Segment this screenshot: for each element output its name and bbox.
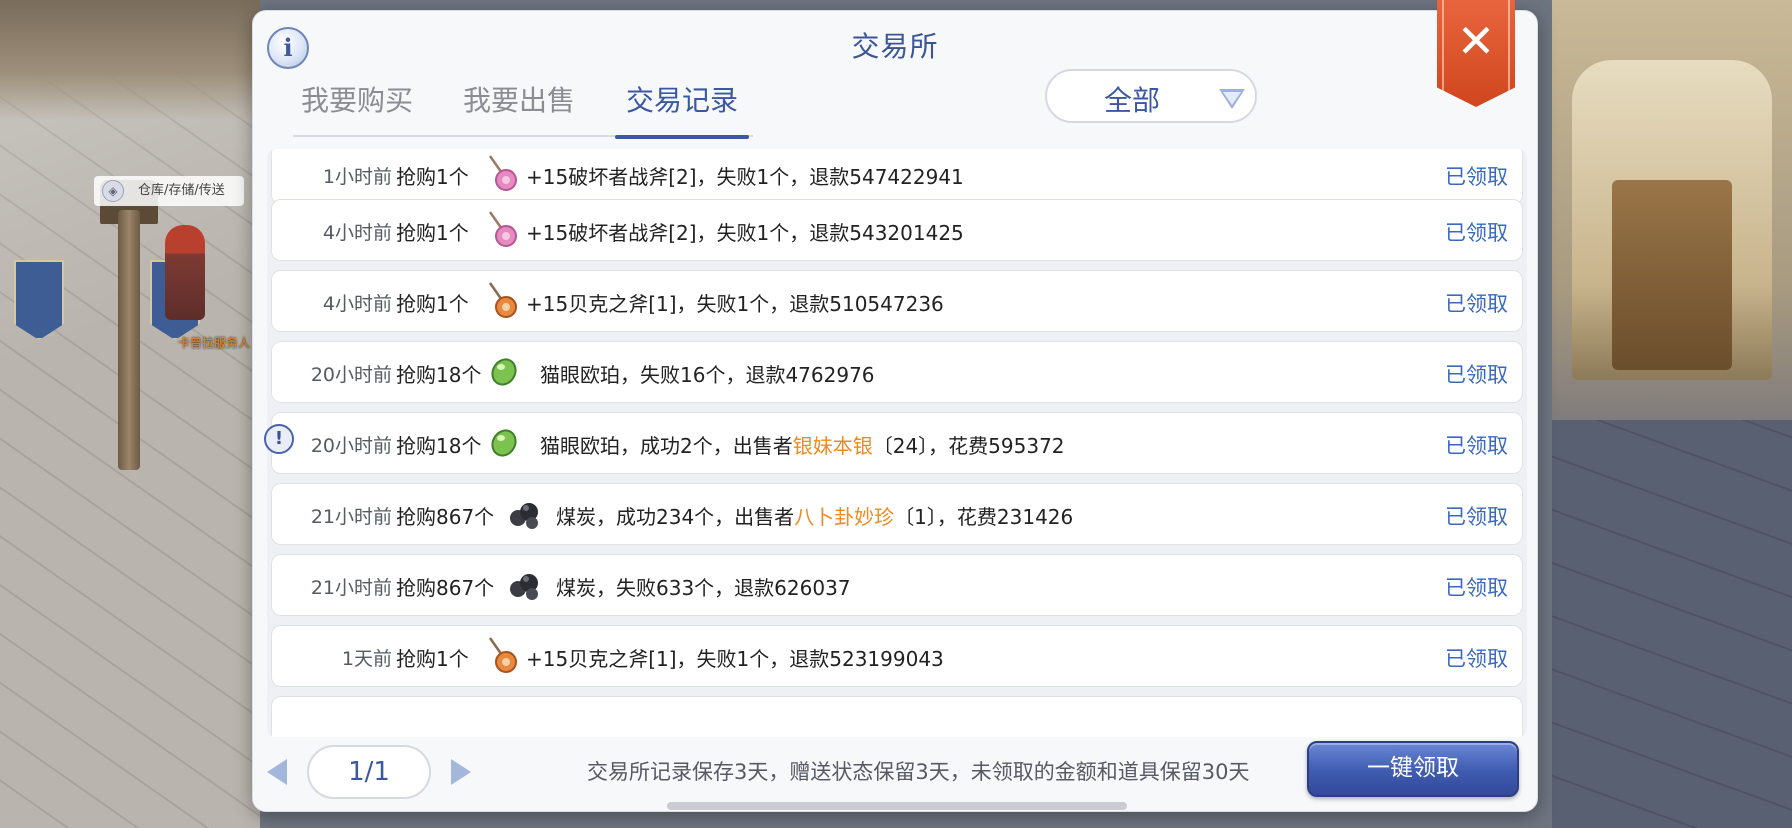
coal-icon [510, 503, 538, 529]
page-indicator: 1/1 [307, 745, 431, 799]
record-detail: 猫眼欧珀，失败16个，退款4762976 [540, 363, 875, 387]
horizontal-scrollbar[interactable] [667, 802, 1127, 810]
record-detail-text: 〔1〕，花费231426 [894, 505, 1074, 529]
record-status-claimed: 已领取 [1445, 363, 1508, 387]
npc-service-tag[interactable]: ◈ 仓库/存储/传送 [94, 176, 244, 206]
record-time: 20小时前 [310, 364, 392, 386]
coal-icon [510, 574, 538, 600]
close-icon: ✕ [1456, 14, 1496, 68]
record-status-claimed: 已领取 [1445, 647, 1508, 671]
filter-dropdown[interactable]: 全部 [1045, 69, 1257, 123]
npc-tag-label: 仓库/存储/传送 [138, 183, 225, 198]
next-page-arrow-icon[interactable] [451, 759, 471, 785]
record-row[interactable]: 1天前 抢购1个 +15贝克之斧[1]，失败1个，退款523199043 已领取 [271, 625, 1523, 687]
record-time: 21小时前 [310, 577, 392, 599]
record-time: 4小时前 [322, 293, 392, 315]
triangle-down-icon [1219, 89, 1245, 109]
record-row[interactable]: 4小时前 抢购1个 +15破坏者战斧[2]，失败1个，退款543201425 已… [271, 199, 1523, 261]
record-detail: +15破坏者战斧[2]，失败1个，退款547422941 [526, 165, 964, 189]
tab-sell[interactable]: 我要出售 [455, 81, 583, 137]
bag-icon: ◈ [102, 180, 124, 202]
record-action: 抢购18个 [396, 363, 482, 387]
record-action: 抢购1个 [396, 165, 469, 189]
record-time: 1小时前 [322, 166, 392, 188]
town-buildings [0, 0, 260, 120]
record-row[interactable]: 4小时前 抢购1个 +15贝克之斧[1]，失败1个，退款510547236 已领… [271, 270, 1523, 332]
record-action: 抢购867个 [396, 505, 495, 529]
tab-buy[interactable]: 我要购买 [293, 81, 421, 137]
record-status-claimed: 已领取 [1445, 576, 1508, 600]
record-detail-text: 〔24〕，花费595372 [872, 434, 1065, 458]
filter-selected-value: 全部 [1103, 84, 1160, 117]
record-detail-text: 猫眼欧珀，成功2个，出售者 [540, 434, 793, 458]
record-row-partial[interactable] [271, 696, 1523, 737]
record-detail: +15破坏者战斧[2]，失败1个，退款543201425 [526, 221, 964, 245]
claim-all-button[interactable]: 一键领取 [1307, 741, 1519, 797]
kafra-npc[interactable] [165, 225, 205, 320]
exclamation-icon[interactable]: ! [264, 424, 294, 454]
tab-bar: 我要购买 我要出售 交易记录 [293, 71, 753, 139]
prev-page-arrow-icon[interactable] [267, 759, 287, 785]
record-detail: 猫眼欧珀，成功2个，出售者银妹本银〔24〕，花费595372 [540, 430, 1065, 459]
seller-name-link[interactable]: 八卜卦妙珍 [794, 505, 894, 529]
record-time: 1天前 [341, 648, 392, 670]
tab-trade-records[interactable]: 交易记录 [615, 81, 749, 139]
record-action: 抢购1个 [396, 221, 469, 245]
record-row[interactable]: 1小时前 抢购1个 +15破坏者战斧[2]，失败1个，退款547422941 已… [271, 149, 1523, 205]
record-time: 21小时前 [310, 506, 392, 528]
record-status-claimed: 已领取 [1445, 292, 1508, 316]
retention-note: 交易所记录保存3天，赠送状态保留3天，未领取的金额和道具保留30天 [587, 760, 1250, 784]
axe-pink-icon [488, 155, 517, 191]
axe-pink-icon [488, 211, 517, 247]
close-button[interactable]: ✕ [1437, 0, 1515, 107]
panel-title: 交易所 [851, 30, 939, 63]
record-action: 抢购1个 [396, 292, 469, 316]
green-gem-icon [491, 429, 517, 457]
axe-orange-icon [488, 637, 517, 673]
lamp-post [118, 210, 140, 470]
record-action: 抢购1个 [396, 647, 469, 671]
house-door [1612, 180, 1732, 370]
record-time: 4小时前 [322, 222, 392, 244]
record-row[interactable]: 20小时前 抢购18个 猫眼欧珀，失败16个，退款4762976 已领取 [271, 341, 1523, 403]
exchange-panel: i 交易所 ✕ 我要购买 我要出售 交易记录 全部 1小时前 抢购1个 +15破… [252, 0, 1538, 812]
record-row[interactable]: 21小时前 抢购867个 煤炭，失败633个，退款626037 已领取 [271, 554, 1523, 616]
record-detail: 煤炭，失败633个，退款626037 [556, 576, 851, 600]
record-detail-text: 煤炭，成功234个，出售者 [556, 505, 795, 529]
record-status-claimed: 已领取 [1445, 434, 1508, 458]
seller-name-link[interactable]: 银妹本银 [793, 434, 873, 458]
trade-record-list[interactable]: 1小时前 抢购1个 +15破坏者战斧[2]，失败1个，退款547422941 已… [267, 149, 1527, 737]
record-status-claimed: 已领取 [1445, 221, 1508, 245]
axe-orange-icon [488, 282, 517, 318]
record-action: 抢购18个 [396, 434, 482, 458]
record-action: 抢购867个 [396, 576, 495, 600]
right-plaza-floor [1552, 420, 1792, 828]
record-detail: +15贝克之斧[1]，失败1个，退款523199043 [526, 647, 944, 671]
record-status-claimed: 已领取 [1445, 505, 1508, 529]
record-row[interactable]: 21小时前 抢购867个 煤炭，成功234个，出售者八卜卦妙珍〔1〕，花费231… [271, 483, 1523, 545]
green-gem-icon [491, 358, 517, 386]
banner-left [14, 260, 64, 340]
record-detail: 煤炭，成功234个，出售者八卜卦妙珍〔1〕，花费231426 [556, 501, 1073, 530]
record-detail: +15贝克之斧[1]，失败1个，退款510547236 [526, 292, 944, 316]
npc-name-label: 卡普拉服务人 [178, 336, 251, 350]
record-row[interactable]: 20小时前 抢购18个 猫眼欧珀，成功2个，出售者银妹本银〔24〕，花费5953… [271, 412, 1523, 474]
record-status-claimed: 已领取 [1445, 165, 1508, 189]
